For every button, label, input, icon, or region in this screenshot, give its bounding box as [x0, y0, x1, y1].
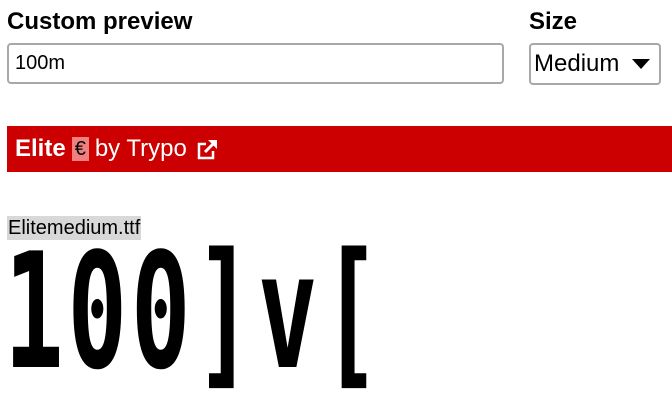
chevron-down-icon [632, 59, 650, 69]
font-preview-text: 100]v[ [4, 218, 385, 405]
size-select-value: Medium [534, 50, 620, 77]
size-select[interactable]: Medium [529, 43, 661, 85]
external-link-icon[interactable] [197, 138, 219, 160]
custom-preview-label: Custom preview [7, 8, 193, 35]
font-name[interactable]: Elite [15, 135, 66, 163]
euro-icon: € [71, 137, 89, 161]
size-label: Size [529, 8, 578, 35]
font-header-bar: Elite € by Trypo [7, 126, 672, 172]
font-byline[interactable]: by Trypo [95, 135, 187, 163]
custom-preview-input[interactable] [7, 43, 504, 84]
